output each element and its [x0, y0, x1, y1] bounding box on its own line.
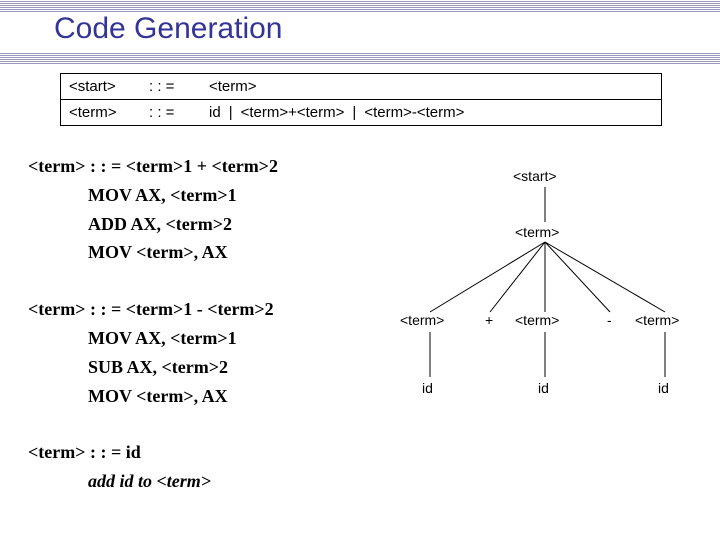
grammar-alt: id — [209, 104, 221, 121]
grammar-row-term: <term> : : = id | <term>+<term> | <term>… — [61, 99, 661, 125]
decor-hatch-top — [0, 0, 720, 12]
rule-line: MOV AX, <term>1 — [88, 324, 278, 353]
tree-node-term: <term> — [400, 312, 444, 328]
grammar-op: : : = — [149, 78, 209, 95]
rule-head: <term> : : = id — [28, 438, 278, 467]
grammar-alt: <term>+<term> — [241, 104, 345, 121]
rule-id: <term> : : = id add id to <term> — [28, 438, 278, 496]
code-rules: <term> : : = <term>1 + <term>2 MOV AX, <… — [28, 152, 278, 524]
tree-node-term: <term> — [515, 224, 559, 240]
tree-node-term: <term> — [515, 312, 559, 328]
tree-node-minus: - — [607, 312, 612, 328]
tree-leaf-id: id — [538, 380, 549, 396]
grammar-rhs: <term> — [209, 78, 257, 95]
rule-line: SUB AX, <term>2 — [88, 353, 278, 382]
rule-add: <term> : : = <term>1 + <term>2 MOV AX, <… — [28, 152, 278, 267]
rule-head: <term> : : = <term>1 + <term>2 — [28, 152, 278, 181]
tree-node-term: <term> — [635, 312, 679, 328]
tree-leaf-id: id — [658, 380, 669, 396]
tree-leaf-id: id — [422, 380, 433, 396]
rule-line: add id to <term> — [88, 467, 278, 496]
pipe-icon: | — [344, 104, 364, 121]
rule-sub: <term> : : = <term>1 - <term>2 MOV AX, <… — [28, 295, 278, 410]
rule-head: <term> : : = <term>1 - <term>2 — [28, 295, 278, 324]
grammar-row-start: <start> : : = <term> — [61, 74, 661, 99]
rule-line: ADD AX, <term>2 — [88, 210, 278, 239]
tree-lines — [395, 162, 695, 442]
rule-line: MOV <term>, AX — [88, 382, 278, 411]
rule-line: MOV AX, <term>1 — [88, 181, 278, 210]
pipe-icon: | — [221, 104, 241, 121]
grammar-box: <start> : : = <term> <term> : : = id | <… — [60, 73, 662, 126]
page-title: Code Generation — [54, 12, 283, 46]
rule-line: MOV <term>, AX — [88, 238, 278, 267]
grammar-lhs: <term> — [69, 104, 149, 121]
tree-node-start: <start> — [513, 168, 557, 184]
grammar-alt: <term>-<term> — [364, 104, 464, 121]
tree-node-plus: + — [485, 312, 493, 328]
decor-hatch-under-title — [0, 52, 720, 64]
grammar-lhs: <start> — [69, 78, 149, 95]
grammar-op: : : = — [149, 104, 209, 121]
